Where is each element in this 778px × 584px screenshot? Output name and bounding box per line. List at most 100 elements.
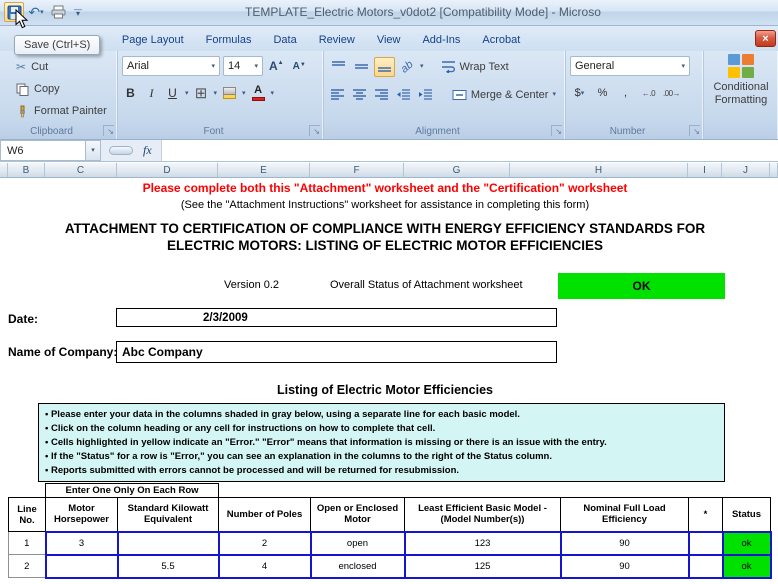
merge-center-button[interactable]: Merge & Center ▾ — [447, 84, 561, 105]
undo-button[interactable]: ↶ ▾ — [26, 2, 46, 22]
bottom-align-button[interactable] — [374, 57, 395, 77]
number-format-combobox[interactable]: General ▾ — [570, 56, 690, 76]
chevron-down-icon[interactable]: ▾ — [242, 90, 246, 97]
col-header-kilowatt[interactable]: Standard Kilowatt Equivalent — [118, 498, 219, 532]
cell-status[interactable]: ok — [723, 555, 771, 578]
col-header-status[interactable]: Status — [723, 498, 771, 532]
dialog-launcher-icon[interactable]: ↘ — [103, 125, 114, 136]
tab-data[interactable]: Data — [262, 30, 307, 51]
name-box[interactable]: W6 — [0, 140, 86, 161]
cell-kilowatt[interactable]: 5.5 — [118, 555, 219, 578]
font-family-value: Arial — [127, 60, 149, 72]
copy-button[interactable]: Copy — [4, 78, 113, 100]
dialog-launcher-icon[interactable]: ↘ — [689, 125, 700, 136]
column-header-f[interactable]: F — [310, 163, 404, 177]
cell-model[interactable]: 123 — [405, 532, 561, 555]
font-size-combobox[interactable]: 14 ▾ — [223, 56, 263, 76]
conditional-formatting-button[interactable]: Conditional Formatting — [704, 51, 778, 139]
col-header-horsepower[interactable]: Motor Horsepower — [46, 498, 118, 532]
font-color-icon: A — [252, 85, 265, 101]
col-header-poles[interactable]: Number of Poles — [219, 498, 311, 532]
column-header-h[interactable]: H — [510, 163, 688, 177]
print-button[interactable] — [48, 2, 68, 22]
font-color-button[interactable]: A — [250, 83, 267, 103]
cell-enclosure[interactable]: enclosed — [311, 555, 405, 578]
cell-line-no[interactable]: 1 — [9, 532, 46, 555]
align-left-button[interactable] — [328, 85, 348, 105]
date-field[interactable]: 2/3/2009 — [116, 308, 557, 327]
tab-add-ins[interactable]: Add-Ins — [411, 30, 471, 51]
chevron-down-icon[interactable]: ▾ — [420, 63, 424, 70]
tab-review[interactable]: Review — [308, 30, 366, 51]
cell-status[interactable]: ok — [723, 532, 771, 555]
tab-acrobat[interactable]: Acrobat — [471, 30, 531, 51]
cell-efficiency[interactable]: 90 — [561, 532, 689, 555]
cell-horsepower[interactable] — [46, 555, 118, 578]
cell-poles[interactable]: 4 — [219, 555, 311, 578]
format-painter-button[interactable]: Format Painter — [4, 100, 113, 122]
align-right-button[interactable] — [372, 85, 392, 105]
increase-indent-button[interactable] — [415, 85, 435, 105]
column-header-a[interactable] — [0, 163, 8, 177]
format-painter-label: Format Painter — [34, 105, 107, 117]
percent-style-button[interactable]: % — [593, 83, 612, 103]
column-header-j[interactable]: J — [722, 163, 770, 177]
column-header-d[interactable]: D — [117, 163, 218, 177]
col-header-enclosure[interactable]: Open or Enclosed Motor — [311, 498, 405, 532]
orientation-button[interactable]: ab — [397, 57, 418, 77]
formula-input[interactable] — [161, 140, 778, 161]
col-header-model[interactable]: Least Efficient Basic Model - (Model Num… — [405, 498, 561, 532]
font-family-combobox[interactable]: Arial ▾ — [122, 56, 220, 76]
column-header-b[interactable]: B — [8, 163, 45, 177]
wrap-text-button[interactable]: Wrap Text — [436, 56, 514, 77]
worksheet: Please complete both this "Attachment" w… — [0, 179, 778, 584]
col-header-efficiency[interactable]: Nominal Full Load Efficiency — [561, 498, 689, 532]
decrease-decimal-button[interactable]: .00→ — [662, 83, 681, 103]
enter-one-only-header[interactable]: Enter One Only On Each Row — [46, 484, 219, 498]
cell-horsepower[interactable]: 3 — [46, 532, 118, 555]
cell-star[interactable] — [689, 555, 723, 578]
chevron-down-icon[interactable]: ▾ — [214, 90, 218, 97]
comma-style-button[interactable]: , — [616, 83, 635, 103]
tab-formulas[interactable]: Formulas — [195, 30, 263, 51]
chevron-down-icon[interactable]: ▾ — [185, 90, 189, 97]
tab-page-layout[interactable]: Page Layout — [111, 30, 195, 51]
name-box-dropdown[interactable]: ▾ — [86, 140, 101, 161]
col-header-star[interactable]: * — [689, 498, 723, 532]
bold-button[interactable]: B — [122, 83, 139, 103]
qat-customize-button[interactable]: —▾ — [70, 8, 86, 16]
cell-poles[interactable]: 2 — [219, 532, 311, 555]
cut-label: Cut — [31, 61, 48, 73]
column-header-c[interactable]: C — [45, 163, 117, 177]
col-header-line-no[interactable]: Line No. — [9, 498, 46, 532]
cell-kilowatt[interactable] — [118, 532, 219, 555]
accounting-format-button[interactable]: $▾ — [570, 83, 589, 103]
cell-model[interactable]: 125 — [405, 555, 561, 578]
chevron-down-icon[interactable]: ▾ — [271, 90, 275, 97]
italic-button[interactable]: I — [143, 83, 160, 103]
decrease-indent-button[interactable] — [394, 85, 414, 105]
underline-button[interactable]: U — [164, 83, 181, 103]
align-center-button[interactable] — [350, 85, 370, 105]
top-align-button[interactable] — [328, 57, 349, 77]
insert-function-button[interactable]: fx — [141, 140, 161, 161]
grow-font-button[interactable]: A▲ — [266, 59, 287, 73]
column-header-g[interactable]: G — [404, 163, 510, 177]
cell-star[interactable] — [689, 532, 723, 555]
column-header-e[interactable]: E — [218, 163, 310, 177]
tab-view[interactable]: View — [366, 30, 412, 51]
increase-decimal-button[interactable]: ←.0 — [639, 83, 658, 103]
cell-efficiency[interactable]: 90 — [561, 555, 689, 578]
cell-line-no[interactable]: 2 — [9, 555, 46, 578]
fill-color-button[interactable] — [221, 83, 238, 103]
cell-enclosure[interactable]: open — [311, 532, 405, 555]
close-button[interactable]: × — [755, 30, 776, 47]
company-field[interactable]: Abc Company — [116, 341, 557, 363]
middle-align-button[interactable] — [351, 57, 372, 77]
dialog-launcher-icon[interactable]: ↘ — [551, 125, 562, 136]
borders-button[interactable]: ⊞ — [193, 83, 210, 103]
cut-button[interactable]: ✂ Cut — [4, 56, 113, 78]
dialog-launcher-icon[interactable]: ↘ — [309, 125, 320, 136]
shrink-font-button[interactable]: A▼ — [290, 61, 309, 72]
column-header-i[interactable]: I — [688, 163, 722, 177]
